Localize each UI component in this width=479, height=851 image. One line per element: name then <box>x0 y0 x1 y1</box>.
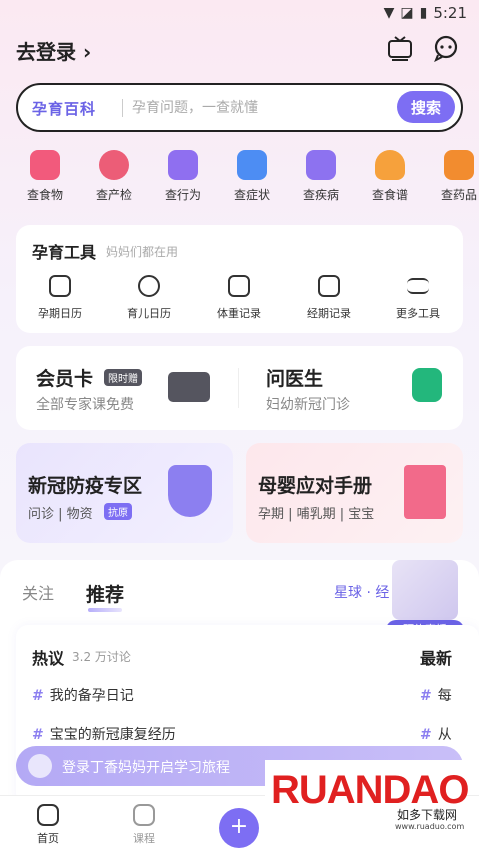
topic-item[interactable]: # 我的备孕日记 <box>32 685 134 705</box>
search-divider <box>122 99 123 117</box>
medical-chat-icon <box>412 368 442 402</box>
quick-checkup[interactable]: 查产检 <box>84 150 144 203</box>
covid-zone-card[interactable]: 新冠防疫专区 问诊 | 物资 抗原 <box>16 443 233 543</box>
doctor-title: 问医生 <box>266 368 324 390</box>
live-avatar-image <box>392 560 458 620</box>
status-bar: ▼ ◪ ▮ 5:21 <box>0 0 479 28</box>
tool-period-record[interactable]: 经期记录 <box>289 275 369 321</box>
wifi-icon: ▼ <box>383 5 395 21</box>
bowl-icon <box>375 150 405 180</box>
signal-icon: ◪ <box>400 5 414 21</box>
medicine-icon <box>306 150 336 180</box>
member-subtitle: 全部专家课免费 <box>36 397 134 413</box>
nav-course[interactable]: 课程 <box>114 804 174 846</box>
watermark-text: 如多下载网 <box>397 808 458 822</box>
manual-subtitle: 孕期 | 哺乳期 | 宝宝 <box>258 507 375 522</box>
add-button[interactable]: + <box>219 808 259 848</box>
login-banner-text: 登录丁香妈妈开启学习旅程 <box>62 760 230 776</box>
pill-bottle-icon <box>444 150 474 180</box>
status-time: 5:21 <box>433 4 467 22</box>
member-title: 会员卡 <box>36 368 94 390</box>
covid-title: 新冠防疫专区 <box>28 475 143 497</box>
quick-drug[interactable]: 查药品 <box>429 150 479 203</box>
quick-disease[interactable]: 查疾病 <box>291 150 351 203</box>
tools-subtitle: 妈妈们都在用 <box>106 245 179 259</box>
doctor-entry[interactable]: 问医生 妇幼新冠门诊 <box>244 346 463 430</box>
topic-item[interactable]: # 宝宝的新冠康复经历 <box>32 724 176 744</box>
home-icon <box>37 804 59 826</box>
avatar <box>28 754 52 778</box>
tool-parenting-calendar[interactable]: 育儿日历 <box>109 275 189 321</box>
medical-box-icon <box>237 150 267 180</box>
play-icon <box>133 804 155 826</box>
tab-underline <box>88 608 122 612</box>
shield-icon <box>168 465 212 517</box>
chat-bubble-icon[interactable] <box>432 34 460 63</box>
quick-food[interactable]: 查食物 <box>15 150 75 203</box>
watermark: RUANDAO 如多下载网 www.ruaduo.com <box>265 760 469 850</box>
quick-symptom[interactable]: 查症状 <box>222 150 282 203</box>
header: 去登录 › <box>16 34 463 66</box>
search-brand: 孕育百科 <box>32 100 97 118</box>
cup-icon <box>30 150 60 180</box>
quick-actions: 查食物 查产检 查行为 查症状 查疾病 查食谱 查药品 <box>0 150 479 210</box>
quick-recipe[interactable]: 查食谱 <box>360 150 420 203</box>
tool-more[interactable]: 更多工具 <box>378 275 458 321</box>
status-icons: ▼ ◪ ▮ 5:21 <box>384 4 467 22</box>
manual-card[interactable]: 母婴应对手册 孕期 | 哺乳期 | 宝宝 <box>246 443 463 543</box>
menu-icon <box>407 278 429 294</box>
live-tv-icon[interactable] <box>386 34 414 62</box>
topic-item-right[interactable]: # 从 <box>420 724 452 744</box>
topic-item-right[interactable]: # 每 <box>420 685 452 705</box>
doctor-subtitle: 妇幼新冠门诊 <box>266 397 350 413</box>
baby-face-icon <box>138 275 160 297</box>
heart-icon <box>99 150 129 180</box>
member-card-entry[interactable]: 会员卡 限时赠 全部专家课免费 <box>16 346 236 430</box>
watermark-url: www.ruaduo.com <box>395 822 465 831</box>
hot-count: 3.2 万讨论 <box>72 650 131 664</box>
covid-subtitle: 问诊 | 物资 <box>28 507 93 522</box>
heart-calendar-icon <box>49 275 71 297</box>
nav-home[interactable]: 首页 <box>18 804 78 846</box>
covid-badge: 抗原 <box>104 503 132 520</box>
login-link[interactable]: 去登录 › <box>16 36 91 65</box>
member-doctor-card: 会员卡 限时赠 全部专家课免费 问医生 妇幼新冠门诊 <box>16 346 463 430</box>
search-bar: 孕育百科 搜索 <box>16 83 463 132</box>
bottle-icon <box>168 150 198 180</box>
tools-card: 孕育工具 妈妈们都在用 孕期日历 育儿日历 体重记录 经期记录 更多工具 <box>16 225 463 333</box>
calendar-icon <box>318 275 340 297</box>
tools-title: 孕育工具 <box>32 243 97 262</box>
member-card-icon <box>168 372 210 402</box>
battery-icon: ▮ <box>419 5 428 21</box>
book-icon <box>404 465 446 519</box>
tab-recommend[interactable]: 推荐 <box>86 580 124 607</box>
search-button[interactable]: 搜索 <box>397 91 455 123</box>
search-input[interactable] <box>132 96 402 120</box>
scale-icon <box>228 275 250 297</box>
divider <box>238 368 239 408</box>
tab-planet[interactable]: 星球 · 经 <box>334 582 389 602</box>
latest-title: 最新 <box>420 649 453 668</box>
tool-weight-record[interactable]: 体重记录 <box>199 275 279 321</box>
hot-title: 热议 <box>32 649 65 668</box>
tool-pregnancy-calendar[interactable]: 孕期日历 <box>20 275 100 321</box>
tab-follow[interactable]: 关注 <box>22 580 54 604</box>
quick-behavior[interactable]: 查行为 <box>153 150 213 203</box>
member-badge: 限时赠 <box>104 369 142 386</box>
manual-title: 母婴应对手册 <box>258 475 373 497</box>
